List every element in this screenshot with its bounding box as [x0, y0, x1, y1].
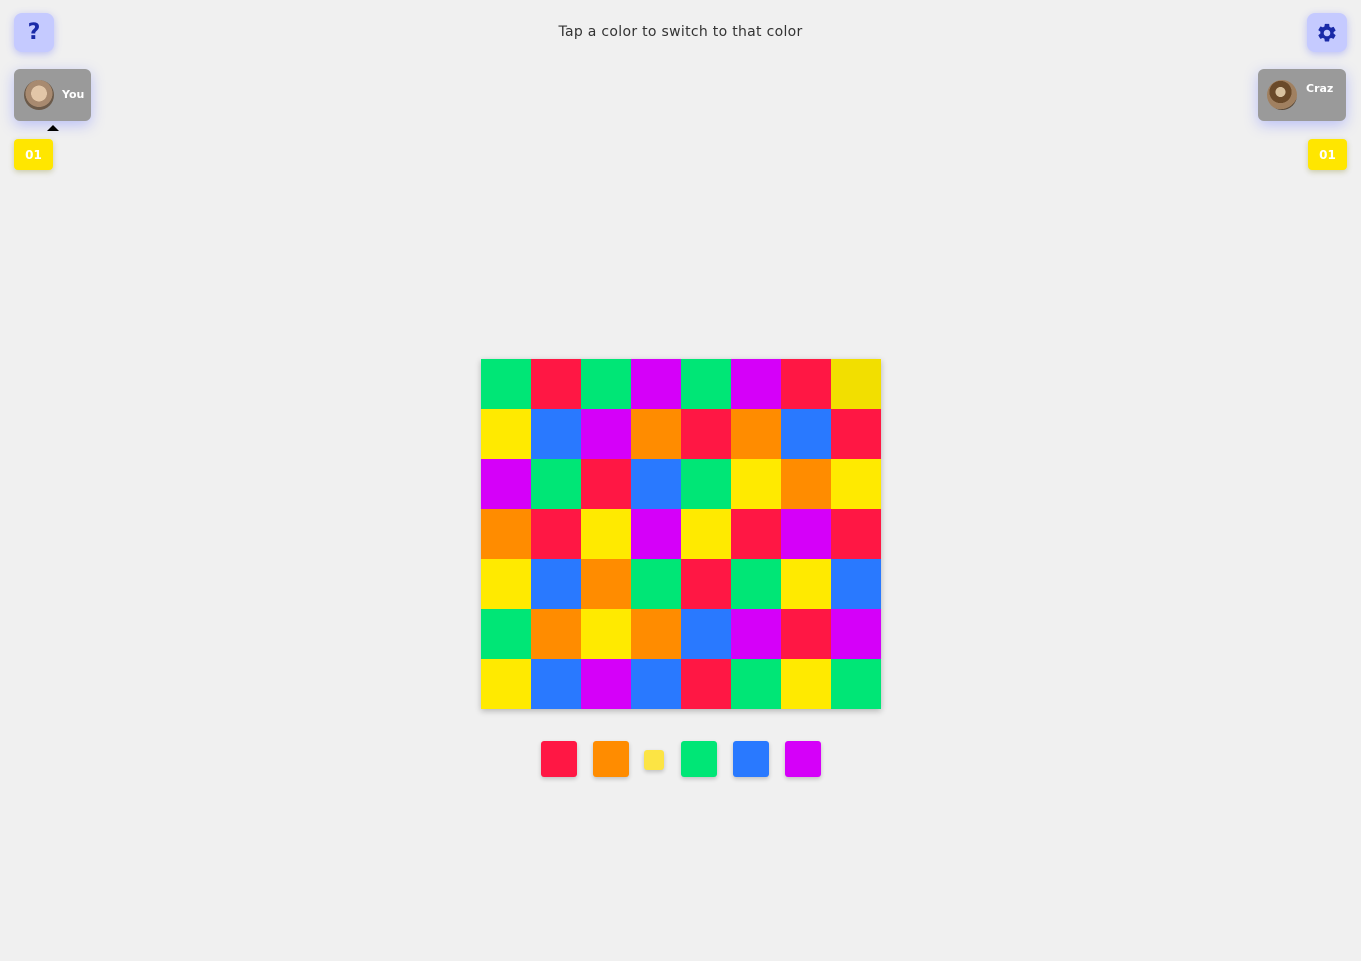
player-card-you: You	[14, 69, 91, 121]
color-swatch-yellow	[644, 750, 664, 770]
board-cell	[681, 459, 731, 509]
board-cell	[781, 659, 831, 709]
board-cell	[831, 509, 881, 559]
player-name: You	[62, 88, 85, 101]
board-cell	[631, 659, 681, 709]
color-swatch-green[interactable]	[681, 741, 717, 777]
settings-button[interactable]	[1307, 13, 1347, 52]
avatar	[24, 80, 54, 110]
board-cell	[631, 409, 681, 459]
gear-icon	[1318, 23, 1336, 42]
board-cell	[481, 509, 531, 559]
board-cell	[581, 509, 631, 559]
avatar	[1267, 80, 1297, 110]
board-cell	[481, 609, 531, 659]
board-cell	[631, 459, 681, 509]
board-cell	[781, 559, 831, 609]
board-cell	[581, 359, 631, 409]
board-cell	[631, 509, 681, 559]
board-cell	[781, 609, 831, 659]
board-cell	[831, 659, 881, 709]
board-cell	[531, 409, 581, 459]
board-cell	[731, 509, 781, 559]
board-cell	[781, 459, 831, 509]
board-cell	[831, 359, 881, 409]
board-cell	[581, 559, 631, 609]
board-cell	[731, 659, 781, 709]
board-cell	[581, 659, 631, 709]
board-cell	[531, 509, 581, 559]
board-cell	[831, 459, 881, 509]
player-card-opponent: Craz	[1258, 69, 1346, 121]
board-cell	[581, 409, 631, 459]
board-cell	[531, 559, 581, 609]
board-cell	[781, 509, 831, 559]
board-cell	[481, 459, 531, 509]
game-board	[481, 359, 881, 709]
board-cell	[631, 359, 681, 409]
board-cell	[681, 659, 731, 709]
board-cell	[631, 559, 681, 609]
board-cell	[831, 609, 881, 659]
instruction-text: Tap a color to switch to that color	[558, 24, 803, 40]
board-cell	[681, 359, 731, 409]
board-cell	[831, 559, 881, 609]
board-cell	[481, 659, 531, 709]
color-palette	[541, 741, 821, 777]
board-cell	[531, 659, 581, 709]
board-cell	[531, 459, 581, 509]
active-turn-indicator	[47, 125, 59, 131]
color-swatch-purple[interactable]	[785, 741, 821, 777]
score-badge-opponent: 01	[1308, 139, 1347, 170]
board-cell	[731, 409, 781, 459]
board-cell	[681, 409, 731, 459]
board-cell	[481, 409, 531, 459]
board-cell	[631, 609, 681, 659]
player-name: Craz	[1306, 82, 1334, 95]
board-cell	[581, 609, 631, 659]
board-cell	[531, 609, 581, 659]
board-cell	[731, 609, 781, 659]
color-swatch-blue[interactable]	[733, 741, 769, 777]
board-cell	[531, 359, 581, 409]
board-cell	[781, 409, 831, 459]
board-cell	[731, 359, 781, 409]
board-cell	[481, 559, 531, 609]
board-cell	[581, 459, 631, 509]
board-cell	[681, 609, 731, 659]
board-cell	[731, 559, 781, 609]
board-cell	[681, 509, 731, 559]
score-badge-you: 01	[14, 139, 53, 170]
color-swatch-orange[interactable]	[593, 741, 629, 777]
color-swatch-red[interactable]	[541, 741, 577, 777]
board-cell	[681, 559, 731, 609]
board-cell	[831, 409, 881, 459]
board-cell	[731, 459, 781, 509]
board-cell	[481, 359, 531, 409]
board-cell	[781, 359, 831, 409]
